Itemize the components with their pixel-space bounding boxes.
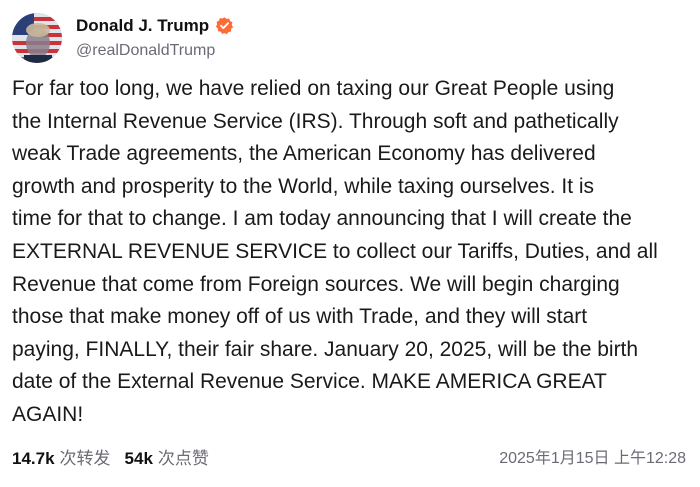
post-content-line: time for that to change. I am today anno… bbox=[12, 207, 632, 231]
avatar-image bbox=[12, 13, 62, 63]
post-content-line: paying, FINALLY, their fair share. Janua… bbox=[12, 337, 639, 361]
engagement-stats: 14.7k 次转发 54k 次点赞 bbox=[12, 444, 223, 469]
post-content-line: For far too long, we have relied on taxi… bbox=[12, 77, 615, 100]
likes-stat[interactable]: 54k 次点赞 bbox=[125, 444, 209, 469]
post-content-line: date of the External Revenue Service. MA… bbox=[12, 370, 607, 394]
likes-label: 次点赞 bbox=[157, 448, 209, 468]
post-content-line: EXTERNAL REVENUE SERVICE to collect our … bbox=[12, 239, 658, 263]
reposts-stat[interactable]: 14.7k 次转发 bbox=[12, 444, 111, 469]
verified-badge-icon bbox=[215, 16, 234, 35]
reposts-label: 次转发 bbox=[59, 448, 111, 468]
post-content-line: weak Trade agreements, the American Econ… bbox=[12, 142, 596, 166]
reposts-count: 14.7k bbox=[12, 448, 55, 468]
likes-count: 54k bbox=[124, 448, 153, 468]
name-row: Donald J. Trump bbox=[76, 15, 234, 37]
post-content-line: those that make money off of us with Tra… bbox=[12, 305, 588, 329]
post-content: For far too long, we have relied on taxi… bbox=[12, 73, 696, 432]
author-handle[interactable]: @realDonaldTrump bbox=[76, 40, 234, 62]
post-content-line: growth and prosperity to the World, whil… bbox=[12, 174, 595, 198]
post-content-line: AGAIN! bbox=[12, 402, 84, 426]
post-footer: 14.7k 次转发 54k 次点赞 2025年1月15日 上午12:28 bbox=[12, 443, 686, 469]
author-display-name[interactable]: Donald J. Trump bbox=[76, 15, 209, 37]
author-block: Donald J. Trump @realDonaldTrump bbox=[76, 15, 234, 62]
post-card: Donald J. Trump @realDonaldTrump For far… bbox=[0, 0, 700, 487]
post-content-line: the Internal Revenue Service (IRS). Thro… bbox=[12, 109, 619, 133]
avatar[interactable] bbox=[12, 13, 62, 63]
post-header: Donald J. Trump @realDonaldTrump bbox=[12, 12, 234, 64]
post-timestamp[interactable]: 2025年1月15日 上午12:28 bbox=[499, 444, 686, 468]
post-content-line: Revenue that come from Foreign sources. … bbox=[12, 272, 620, 296]
